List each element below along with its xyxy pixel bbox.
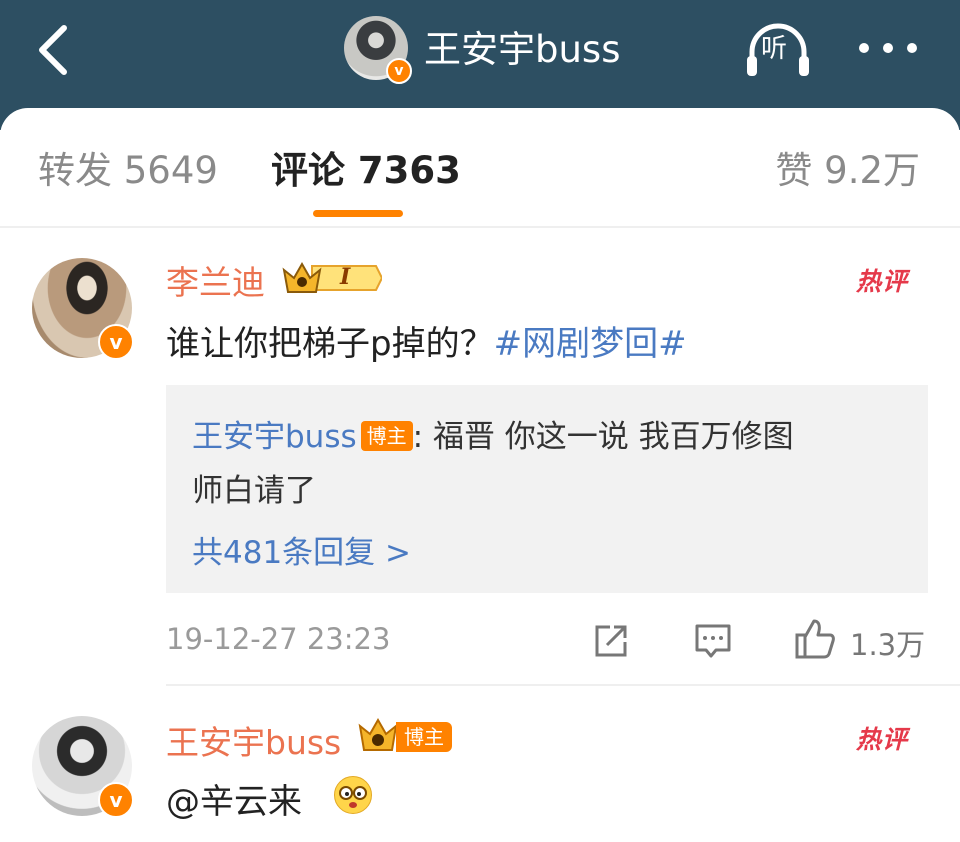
share-button[interactable] xyxy=(592,622,630,660)
comment-time: 19-12-27 23:23 xyxy=(166,622,391,656)
reply-user[interactable]: 王安宇buss xyxy=(192,419,357,455)
view-replies-link[interactable]: 共481条回复 > xyxy=(192,527,411,572)
verified-icon: v xyxy=(386,58,412,84)
reply-preview[interactable]: 王安宇buss 博主: 福晋 你这一说 我百万修图 师白请了 共481条回复 > xyxy=(166,385,928,593)
blogger-tag: 博主 xyxy=(360,421,413,451)
tabs-divider xyxy=(0,226,960,228)
like-count: 1.3万 xyxy=(850,628,926,662)
tab-comment[interactable]: 评论 7363 xyxy=(271,146,461,196)
comment-icon xyxy=(695,624,731,658)
header-title: 王安宇buss xyxy=(424,28,621,71)
comment-text: @辛云来 xyxy=(166,782,302,822)
commenter-name[interactable]: 王安宇buss xyxy=(166,716,341,764)
tab-repost[interactable]: 转发 5649 xyxy=(38,146,218,196)
back-button[interactable] xyxy=(30,20,80,80)
active-tab-indicator xyxy=(313,210,403,217)
comment-body: 谁让你把梯子p掉的？ xyxy=(166,324,494,364)
share-icon xyxy=(595,625,627,657)
fan-badge-level: I xyxy=(340,264,351,290)
topic-link[interactable]: #网剧梦回# xyxy=(494,324,687,364)
thumbs-up-icon xyxy=(795,619,835,659)
blogger-badge[interactable]: 博主 xyxy=(358,716,454,756)
more-button[interactable] xyxy=(856,30,920,66)
crown-icon xyxy=(358,717,398,751)
commenter-name[interactable]: 李兰迪 xyxy=(166,256,265,304)
listen-button[interactable]: 听 xyxy=(744,22,812,78)
tab-like[interactable]: 赞 9.2万 xyxy=(775,146,920,196)
back-icon xyxy=(39,25,67,75)
fan-badge[interactable]: I xyxy=(282,258,382,298)
comment-text: 谁让你把梯子p掉的？#网剧梦回# xyxy=(166,316,687,365)
listen-label: 听 xyxy=(761,34,788,64)
hot-comment-tag: 热评 xyxy=(856,725,909,754)
reply-line-2: 师白请了 xyxy=(192,473,316,509)
hot-comment-tag: 热评 xyxy=(856,267,909,296)
verified-icon: v xyxy=(98,782,134,818)
like-button[interactable] xyxy=(794,618,836,660)
verified-icon: v xyxy=(98,324,134,360)
comment-divider xyxy=(166,684,960,686)
reply-button[interactable] xyxy=(694,622,732,660)
reply-line-1: 王安宇buss 博主: 福晋 你这一说 我百万修图 xyxy=(192,411,794,456)
more-dots-icon xyxy=(859,43,917,53)
reply-text-1: : 福晋 你这一说 我百万修图 xyxy=(412,419,794,455)
emoji-icon xyxy=(334,776,372,814)
crown-icon xyxy=(282,261,382,293)
blogger-badge-label: 博主 xyxy=(396,722,452,752)
